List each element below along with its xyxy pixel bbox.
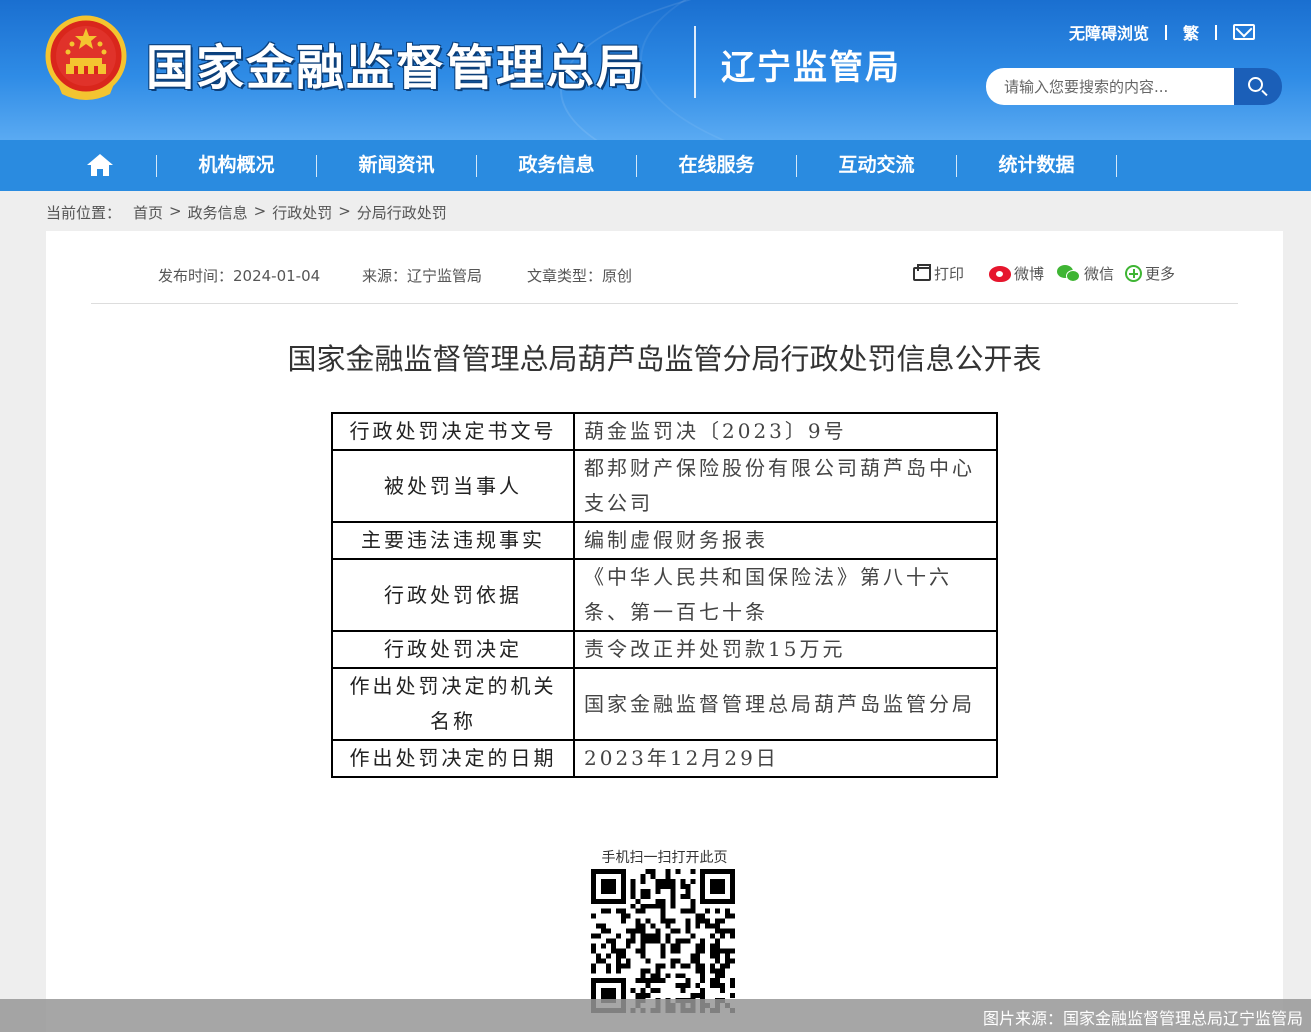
table-row: 行政处罚依据 《中华人民共和国保险法》第八十六条、第一百七十条: [331, 558, 998, 632]
row-value: 2023年12月29日: [573, 739, 998, 778]
table-row: 主要违法违规事实 编制虚假财务报表: [331, 521, 998, 560]
row-value: 责令改正并处罚款15万元: [573, 630, 998, 669]
branch-title[interactable]: 辽宁监管局: [721, 40, 901, 89]
link-divider: [1215, 24, 1217, 40]
search-input[interactable]: [986, 68, 1234, 105]
wechat-share-button[interactable]: 微信: [1057, 263, 1114, 284]
nav-item-government-info[interactable]: 政务信息: [477, 140, 636, 191]
search-button[interactable]: [1234, 68, 1282, 105]
row-value: 葫金监罚决〔2023〕9号: [573, 412, 998, 451]
article-source: 来源：辽宁监管局: [362, 267, 483, 285]
article-type: 文章类型：原创: [527, 267, 633, 285]
row-value: 国家金融监督管理总局葫芦岛监管分局: [573, 667, 998, 741]
nav-item-interaction[interactable]: 互动交流: [797, 140, 956, 191]
table-row: 行政处罚决定书文号 葫金监罚决〔2023〕9号: [331, 412, 998, 451]
top-links: 无障碍浏览 繁: [1069, 20, 1255, 44]
table-row: 行政处罚决定 责令改正并处罚款15万元: [331, 630, 998, 669]
nav-item-about[interactable]: 机构概况: [157, 140, 316, 191]
link-divider: [1164, 24, 1167, 40]
row-label: 行政处罚依据: [331, 558, 575, 632]
mail-icon[interactable]: [1233, 24, 1255, 40]
row-label: 主要违法违规事实: [331, 521, 575, 560]
site-header: 国家金融监督管理总局 辽宁监管局 无障碍浏览 繁: [0, 0, 1311, 140]
main-nav: 机构概况 新闻资讯 政务信息 在线服务 互动交流 统计数据: [0, 140, 1311, 191]
row-label: 行政处罚决定: [331, 630, 575, 669]
breadcrumb-item-home[interactable]: 首页: [133, 202, 163, 223]
publish-time: 发布时间：2024-01-04: [158, 267, 321, 285]
table-row: 作出处罚决定的机关名称 国家金融监督管理总局葫芦岛监管分局: [331, 667, 998, 741]
row-value: 都邦财产保险股份有限公司葫芦岛中心支公司: [573, 449, 998, 523]
nav-item-statistics[interactable]: 统计数据: [957, 140, 1116, 191]
title-divider: [694, 26, 696, 98]
qr-label: 手机扫一扫打开此页: [601, 850, 728, 866]
more-share-button[interactable]: 更多: [1125, 263, 1175, 284]
weibo-share-button[interactable]: 微博: [989, 263, 1044, 284]
penalty-info-table: 行政处罚决定书文号 葫金监罚决〔2023〕9号 被处罚当事人 都邦财产保险股份有…: [331, 412, 998, 778]
image-source-caption: 图片来源：国家金融监督管理总局辽宁监管局: [982, 1009, 1303, 1028]
national-emblem-icon: [45, 15, 127, 100]
printer-icon: [913, 263, 931, 281]
site-title[interactable]: 国家金融监督管理总局: [146, 28, 646, 98]
breadcrumb: 当前位置： 首页 > 政务信息 > 行政处罚 > 分局行政处罚: [46, 202, 447, 223]
row-label: 行政处罚决定书文号: [331, 412, 575, 451]
article-panel: 发布时间：2024-01-04 来源：辽宁监管局 文章类型：原创 打印 微博 微…: [46, 231, 1283, 1032]
nav-item-online-service[interactable]: 在线服务: [637, 140, 796, 191]
row-value: 《中华人民共和国保险法》第八十六条、第一百七十条: [573, 558, 998, 632]
breadcrumb-item-government-info[interactable]: 政务信息: [188, 202, 248, 223]
qr-code: [591, 869, 735, 1013]
row-value: 编制虚假财务报表: [573, 521, 998, 560]
row-label: 被处罚当事人: [331, 449, 575, 523]
divider: [91, 303, 1238, 304]
home-icon[interactable]: [86, 153, 114, 177]
row-label: 作出处罚决定的日期: [331, 739, 575, 778]
plus-icon: [1125, 265, 1142, 282]
table-row: 被处罚当事人 都邦财产保险股份有限公司葫芦岛中心支公司: [331, 449, 998, 523]
traditional-chinese-link[interactable]: 繁: [1183, 20, 1199, 44]
print-button[interactable]: 打印: [913, 263, 964, 284]
image-source-bar: 图片来源：国家金融监督管理总局辽宁监管局: [0, 999, 1311, 1032]
breadcrumb-item-branch-penalty[interactable]: 分局行政处罚: [357, 202, 447, 223]
table-row: 作出处罚决定的日期 2023年12月29日: [331, 739, 998, 778]
breadcrumb-prefix: 当前位置：: [46, 204, 122, 222]
article-title: 国家金融监督管理总局葫芦岛监管分局行政处罚信息公开表: [287, 342, 1042, 376]
search-icon: [1248, 77, 1263, 92]
search-box: [986, 68, 1282, 105]
accessibility-link[interactable]: 无障碍浏览: [1069, 20, 1149, 44]
nav-item-news[interactable]: 新闻资讯: [317, 140, 476, 191]
weibo-icon: [989, 265, 1011, 282]
breadcrumb-item-penalty[interactable]: 行政处罚: [272, 202, 332, 223]
wechat-icon: [1057, 264, 1081, 283]
row-label: 作出处罚决定的机关名称: [331, 667, 575, 741]
